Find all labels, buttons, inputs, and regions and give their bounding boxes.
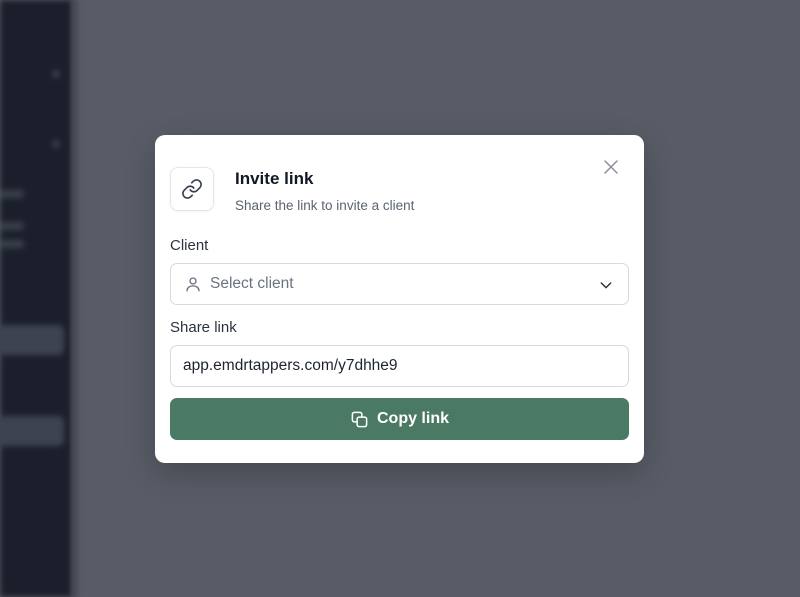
background-sidebar-stub <box>0 222 24 230</box>
client-label: Client <box>170 237 209 254</box>
copy-link-button[interactable]: Copy link <box>170 398 629 440</box>
copy-icon <box>351 411 368 427</box>
header-icon-container <box>170 167 214 211</box>
background-sidebar-stub <box>0 240 24 248</box>
close-button[interactable] <box>599 155 623 179</box>
user-icon <box>186 277 200 292</box>
background-sidebar-stub <box>0 190 24 198</box>
modal-subtitle: Share the link to invite a client <box>235 198 415 213</box>
modal-title: Invite link <box>235 169 314 188</box>
background-sidebar-pill <box>0 416 64 446</box>
client-select[interactable]: Select client <box>170 263 629 305</box>
close-icon[interactable] <box>602 158 620 176</box>
link-icon <box>182 179 202 199</box>
background-sidebar-dot <box>52 70 60 78</box>
copy-link-label: Copy link <box>376 410 449 427</box>
invite-link-modal: Invite link Share the link to invite a c… <box>155 135 644 463</box>
background-sidebar <box>0 0 72 597</box>
background-sidebar-edge <box>72 0 80 597</box>
share-link-input[interactable] <box>170 345 629 387</box>
background-sidebar-pill <box>0 325 64 355</box>
share-link-label: Share link <box>170 319 237 336</box>
background-sidebar-dot <box>52 140 60 148</box>
chevron-down-icon <box>600 282 612 289</box>
app-window: Invite link Share the link to invite a c… <box>0 0 800 597</box>
client-select-placeholder: Select client <box>210 275 294 292</box>
